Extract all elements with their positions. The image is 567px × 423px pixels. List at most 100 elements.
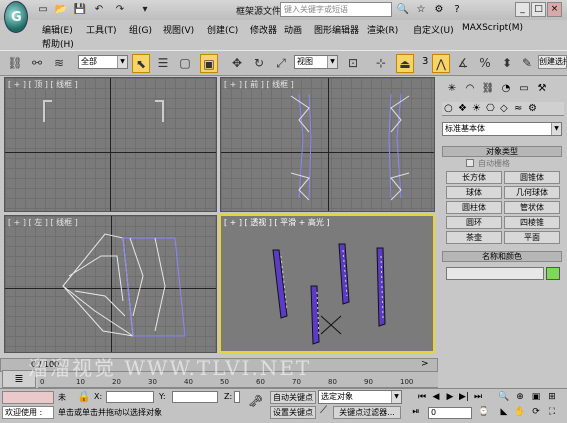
close-button[interactable]: × (547, 2, 562, 17)
minimize-button[interactable]: _ (515, 2, 530, 17)
key-filters-button[interactable]: 关键点过滤器... (333, 406, 401, 419)
pyramid-button[interactable]: 四棱锥 (504, 216, 560, 229)
shapes-icon[interactable]: ❖ (458, 103, 467, 114)
lights-icon[interactable]: ☀ (472, 103, 481, 114)
dropdown-arrow-icon[interactable]: ▾ (138, 3, 152, 16)
link-icon[interactable]: ⛓ (6, 54, 24, 73)
go-to-end-icon[interactable]: ⏭ (472, 391, 484, 403)
menu-help[interactable]: 帮助(H) (42, 37, 74, 50)
menu-customize[interactable]: 自定义(U) (413, 23, 454, 36)
orbit-icon[interactable]: ⟳ (530, 406, 542, 418)
move-icon[interactable]: ✥ (228, 54, 246, 73)
cone-button[interactable]: 圆锥体 (504, 171, 560, 184)
auto-key-button[interactable]: 自动关键点 (270, 391, 316, 404)
zoom-extents-all-icon[interactable]: ⊞ (546, 391, 558, 403)
tube-button[interactable]: 管状体 (504, 201, 560, 214)
object-color-swatch[interactable] (546, 267, 560, 280)
utilities-tab-icon[interactable]: ⚒ (534, 81, 550, 97)
key-tangent-icon[interactable]: ⟋ (320, 405, 327, 416)
y-coordinate-field[interactable] (172, 391, 218, 403)
selection-filter-select[interactable]: 全部 ▼ (78, 55, 128, 69)
edit-named-selection-icon[interactable]: ✎ (518, 54, 536, 73)
rectangular-selection-icon[interactable]: ▢ (176, 54, 194, 73)
menu-rendering[interactable]: 渲染(R) (367, 23, 398, 36)
key-mode-toggle-icon[interactable]: ⏯ (410, 406, 422, 418)
teapot-button[interactable]: 茶壶 (446, 231, 502, 244)
time-configuration-icon[interactable]: ⌚ (478, 406, 490, 418)
viewport-top-label[interactable]: [ + ] [ 顶 ] [ 线框 ] (8, 79, 78, 90)
rotate-icon[interactable]: ↻ (250, 54, 268, 73)
zoom-icon[interactable]: 🔍 (498, 391, 510, 403)
z-coordinate-field[interactable] (234, 391, 240, 403)
save-icon[interactable]: 💾 (73, 3, 87, 16)
menu-tools[interactable]: 工具(T) (86, 23, 117, 36)
app-logo-icon[interactable]: G (4, 1, 28, 33)
menu-modifiers[interactable]: 修改器 (250, 23, 277, 36)
unlink-icon[interactable]: ⚯ (28, 54, 46, 73)
maxscript-listener-mini[interactable] (2, 391, 54, 404)
viewport-top[interactable]: [ + ] [ 顶 ] [ 线框 ] (4, 77, 217, 212)
user-icon[interactable]: ⚙ (432, 3, 446, 16)
box-button[interactable]: 长方体 (446, 171, 502, 184)
cameras-icon[interactable]: ⎔ (486, 103, 495, 114)
scale-icon[interactable]: ⤢ (272, 54, 290, 73)
autogrid-checkbox[interactable] (466, 159, 474, 167)
geometry-category-select[interactable]: 标准基本体 ▼ (442, 122, 562, 136)
select-manipulate-icon[interactable]: ⊹ (372, 54, 390, 73)
selection-lock-icon[interactable]: 🔒 (77, 390, 91, 403)
previous-frame-icon[interactable]: ◀ (430, 391, 442, 403)
maximize-button[interactable]: □ (531, 2, 546, 17)
percent-snap-icon[interactable]: % (476, 54, 494, 73)
systems-icon[interactable]: ⚙ (528, 103, 537, 114)
named-selection-set-input[interactable]: 创建选择 (538, 55, 567, 69)
key-mode-select[interactable]: 选定对象 ▼ (318, 390, 402, 404)
viewport-left[interactable]: [ + ] [ 左 ] [ 线框 ] (4, 215, 217, 353)
menu-edit[interactable]: 编辑(E) (42, 23, 73, 36)
torus-button[interactable]: 圆环 (446, 216, 502, 229)
redo-icon[interactable]: ↷ (113, 3, 127, 16)
reference-coordinate-select[interactable]: 视图 ▼ (294, 55, 338, 69)
pivot-center-icon[interactable]: ⊡ (344, 54, 362, 73)
next-key-icon[interactable]: ▶| (458, 391, 470, 403)
modify-tab-icon[interactable]: ◠ (462, 81, 478, 97)
viewport-perspective[interactable]: [ + ] [ 透视 ] [ 平滑 + 高光 ] (219, 214, 435, 353)
bind-spacewarp-icon[interactable]: ≋ (50, 54, 68, 73)
pan-icon[interactable]: ✋ (514, 406, 526, 418)
plane-button[interactable]: 平面 (504, 231, 560, 244)
menu-group[interactable]: 组(G) (129, 23, 152, 36)
spinner-snap-icon[interactable]: ⬍ (498, 54, 516, 73)
cylinder-button[interactable]: 圆柱体 (446, 201, 502, 214)
play-icon[interactable]: ▶ (444, 391, 456, 403)
current-frame-field[interactable]: 0 (428, 407, 472, 419)
viewport-front[interactable]: [ + ] [ 前 ] [ 线框 ] (220, 77, 435, 212)
field-of-view-icon[interactable]: ◣ (498, 406, 510, 418)
display-tab-icon[interactable]: ▭ (516, 81, 532, 97)
select-object-icon[interactable]: ⬉ (132, 54, 150, 73)
select-by-name-icon[interactable]: ☰ (154, 54, 172, 73)
zoom-all-icon[interactable]: ⊕ (514, 391, 526, 403)
binoculars-icon[interactable]: 🔍 (396, 3, 410, 16)
snaps-toggle-icon[interactable]: ⋀ (432, 54, 450, 73)
motion-tab-icon[interactable]: ◔ (498, 81, 514, 97)
next-frame-icon[interactable]: > (421, 359, 429, 369)
search-input[interactable]: 键入关键字或短语 (280, 2, 392, 17)
x-coordinate-field[interactable] (106, 391, 154, 403)
set-key-button[interactable]: 设置关键点 (270, 406, 316, 419)
geosphere-button[interactable]: 几何球体 (504, 186, 560, 199)
open-file-icon[interactable]: 📂 (54, 3, 68, 16)
spacewarps-icon[interactable]: ≈ (514, 103, 522, 114)
hierarchy-tab-icon[interactable]: ⛓ (480, 81, 496, 97)
star-icon[interactable]: ☆ (414, 3, 428, 16)
help-icon[interactable]: ? (450, 3, 464, 16)
new-file-icon[interactable]: ▭ (36, 3, 50, 16)
sphere-button[interactable]: 球体 (446, 186, 502, 199)
maximize-viewport-icon[interactable]: ⛶ (546, 406, 558, 418)
zoom-extents-icon[interactable]: ▣ (530, 391, 542, 403)
menu-animation[interactable]: 动画 (284, 23, 302, 36)
undo-icon[interactable]: ↶ (92, 3, 106, 16)
geometry-icon[interactable]: ○ (444, 103, 453, 114)
menu-view[interactable]: 视图(V) (163, 23, 194, 36)
helpers-icon[interactable]: ◇ (500, 103, 508, 114)
key-icon[interactable]: 🗝 (248, 394, 263, 408)
menu-create[interactable]: 创建(C) (207, 23, 238, 36)
